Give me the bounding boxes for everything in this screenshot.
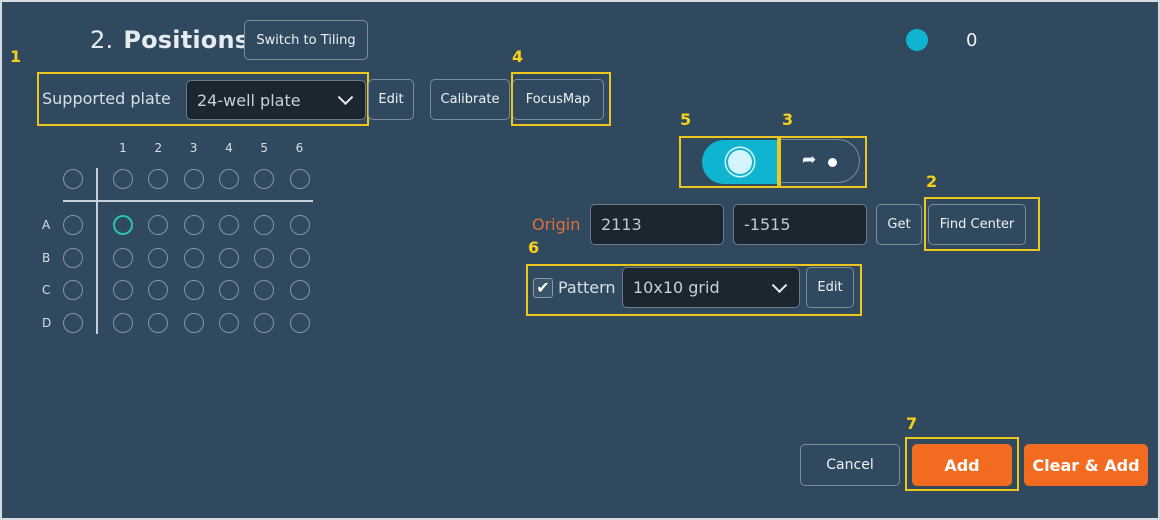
pattern-select[interactable]: 10x10 grid: [622, 267, 800, 308]
live-position-toggle[interactable]: [702, 140, 780, 184]
well-C6[interactable]: [289, 280, 310, 300]
column-select-2[interactable]: [148, 169, 169, 189]
cancel-button[interactable]: Cancel: [800, 444, 900, 486]
origin-x-input[interactable]: 2113: [590, 204, 724, 245]
row-label-B: B: [42, 250, 51, 265]
well-C2[interactable]: [148, 280, 169, 300]
well-A1[interactable]: [113, 215, 133, 235]
annotation-7: 7: [906, 414, 918, 433]
pattern-select-value: 10x10 grid: [633, 278, 720, 297]
add-button[interactable]: Add: [912, 444, 1012, 486]
column-select-1[interactable]: [113, 169, 133, 189]
well-C1[interactable]: [113, 280, 133, 300]
column-header-6[interactable]: 6: [290, 141, 310, 155]
well-B3[interactable]: [183, 247, 204, 268]
status-count: 0: [966, 30, 978, 51]
annotation-6: 6: [528, 238, 540, 257]
pattern-checkbox[interactable]: ✔: [533, 278, 553, 298]
annotation-3: 3: [782, 110, 794, 129]
well-B2[interactable]: [148, 247, 169, 268]
well-B1[interactable]: [113, 247, 133, 268]
well-D1[interactable]: [113, 312, 133, 333]
well-A2[interactable]: [148, 215, 169, 235]
well-D5[interactable]: [254, 312, 275, 333]
column-header-2[interactable]: 2: [148, 141, 168, 155]
section-number: 2.: [90, 26, 114, 54]
select-all-wells[interactable]: [63, 169, 83, 189]
column-header-3[interactable]: 3: [184, 141, 204, 155]
get-button[interactable]: Get: [876, 204, 922, 245]
column-header-4[interactable]: 4: [219, 141, 239, 155]
positions-panel: 2. Positions Switch to Tiling 0 1 Support…: [2, 2, 1158, 518]
column-header-5[interactable]: 5: [254, 141, 274, 155]
well-B5[interactable]: [254, 247, 275, 268]
annotation-4: 4: [512, 47, 524, 66]
well-A5[interactable]: [254, 215, 275, 235]
annotation-5: 5: [680, 110, 692, 129]
plate-edit-button[interactable]: Edit: [368, 79, 414, 120]
pattern-edit-button[interactable]: Edit: [806, 267, 854, 308]
arrow-icon: ➦: [802, 150, 817, 170]
clear-and-add-button[interactable]: Clear & Add: [1024, 444, 1148, 486]
column-select-4[interactable]: [218, 169, 239, 189]
well-D2[interactable]: [148, 312, 169, 333]
section-title-text: Positions: [123, 26, 250, 54]
well-D6[interactable]: [289, 312, 310, 333]
row-label-D: D: [42, 315, 52, 330]
pattern-label: Pattern: [558, 278, 616, 297]
row-select-C[interactable]: [63, 280, 83, 300]
row-label-A: A: [42, 218, 51, 232]
supported-plate-label: Supported plate: [42, 89, 171, 108]
chevron-down-icon: [337, 89, 354, 106]
column-header-1[interactable]: 1: [113, 141, 133, 155]
origin-label: Origin: [532, 215, 581, 234]
status-indicator-icon: [906, 29, 928, 51]
find-center-button[interactable]: Find Center: [928, 204, 1026, 245]
column-select-6[interactable]: [289, 169, 310, 189]
focusmap-button[interactable]: FocusMap: [512, 79, 604, 120]
row-label-C: C: [42, 283, 51, 297]
origin-y-input[interactable]: -1515: [733, 204, 867, 245]
row-select-B[interactable]: [63, 247, 83, 268]
row-select-D[interactable]: [63, 312, 83, 333]
well-A3[interactable]: [183, 215, 204, 235]
checkmark-icon: ✔: [536, 278, 550, 297]
column-select-5[interactable]: [254, 169, 275, 189]
well-C4[interactable]: [218, 280, 239, 300]
well-A4[interactable]: [218, 215, 239, 235]
well-B4[interactable]: [218, 247, 239, 268]
annotation-1: 1: [10, 47, 22, 66]
grid-vertical-divider: [96, 168, 98, 334]
dot-icon: [828, 158, 837, 167]
column-select-3[interactable]: [183, 169, 204, 189]
plate-select[interactable]: 24-well plate: [186, 80, 366, 120]
row-select-A[interactable]: [63, 215, 83, 235]
move-to-toggle[interactable]: ➦: [780, 139, 860, 183]
live-position-icon: [728, 150, 752, 174]
grid-horizontal-divider: [63, 200, 313, 202]
well-B6[interactable]: [289, 247, 310, 268]
well-A6[interactable]: [289, 215, 310, 235]
section-title: 2. Positions: [90, 26, 249, 54]
annotation-2: 2: [926, 172, 938, 191]
chevron-down-icon: [771, 276, 788, 293]
plate-select-value: 24-well plate: [197, 90, 301, 110]
well-D4[interactable]: [218, 312, 239, 333]
well-D3[interactable]: [183, 312, 204, 333]
well-C3[interactable]: [183, 280, 204, 300]
calibrate-button[interactable]: Calibrate: [430, 79, 510, 120]
switch-to-tiling-button[interactable]: Switch to Tiling: [244, 20, 368, 60]
well-C5[interactable]: [254, 280, 275, 300]
